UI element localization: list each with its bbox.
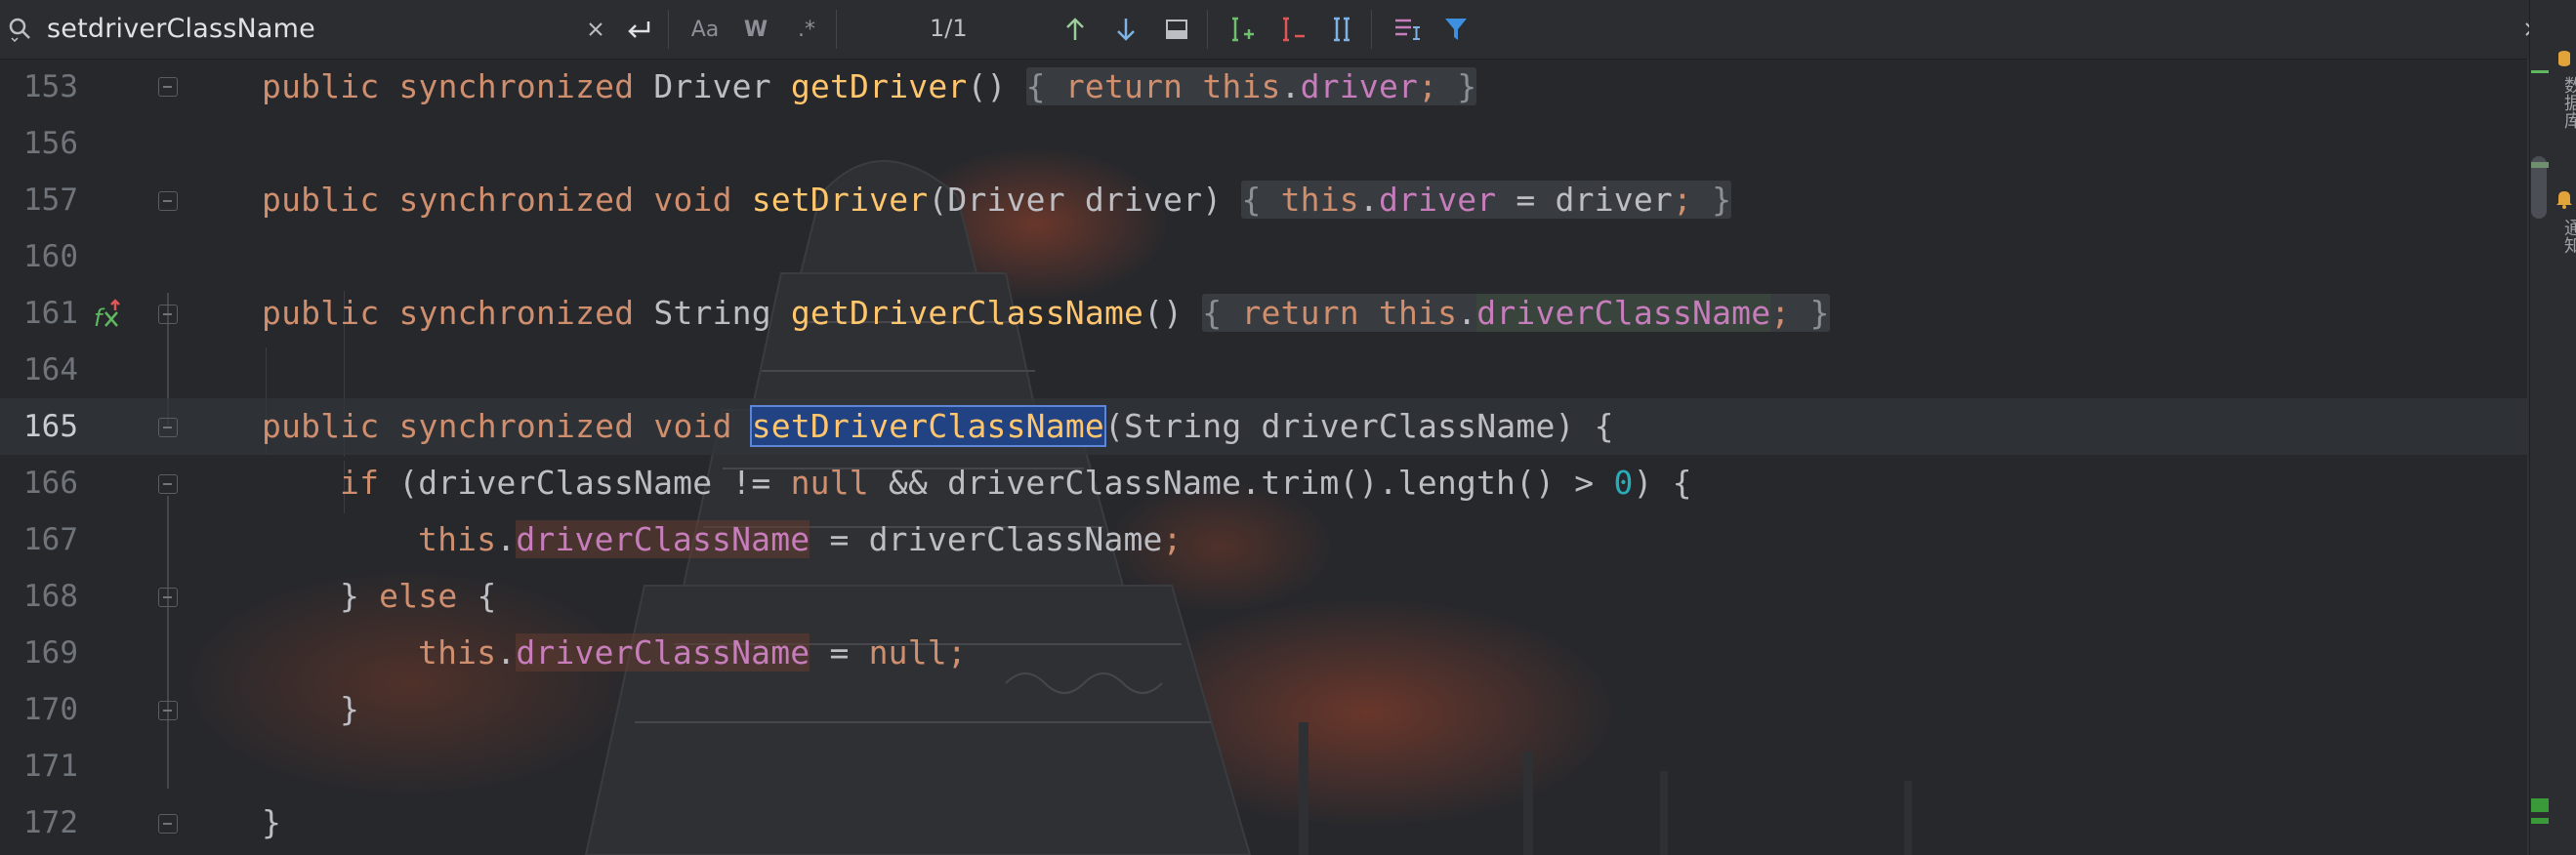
code-line[interactable]: 156 (0, 115, 2529, 172)
fold-toggle-icon[interactable] (158, 191, 178, 211)
line-number[interactable]: 172 (0, 794, 78, 851)
code-line[interactable]: 164 (0, 342, 2529, 398)
code-text: } else { (340, 577, 497, 615)
scrollbar-track[interactable] (2527, 59, 2529, 855)
code-line[interactable]: 168 } else { (0, 568, 2529, 625)
line-number[interactable]: 160 (0, 228, 78, 285)
code-line[interactable]: 171 (0, 738, 2529, 794)
code-text: this.driverClassName = driverClassName; (418, 520, 1183, 558)
scroll-marker-change[interactable] (2531, 818, 2549, 824)
line-number[interactable]: 161 (0, 285, 78, 342)
database-icon[interactable] (2555, 47, 2574, 70)
fold-toggle-icon[interactable] (158, 588, 178, 607)
line-number[interactable]: 156 (0, 115, 78, 172)
next-occurrence-icon[interactable] (1111, 0, 1141, 59)
code-line[interactable]: 153 public synchronized Driver getDriver… (0, 59, 2529, 115)
fold-toggle-icon[interactable] (158, 474, 178, 494)
code-line[interactable]: 170 } (0, 681, 2529, 738)
clear-icon[interactable] (582, 0, 609, 59)
code-line[interactable]: 172 } (0, 794, 2529, 851)
fold-toggle-icon[interactable] (158, 418, 178, 437)
search-match-highlight[interactable]: setDriverClassName (749, 405, 1106, 447)
newline-icon[interactable] (621, 0, 656, 59)
line-number[interactable]: 166 (0, 455, 78, 511)
filter-search-results-icon[interactable] (1391, 0, 1424, 59)
remove-selection-icon[interactable] (1275, 0, 1309, 59)
line-number[interactable]: 153 (0, 59, 78, 115)
code-text: } (340, 690, 360, 728)
prev-occurrence-icon[interactable] (1060, 0, 1090, 59)
code-line[interactable]: 157 public synchronized void setDriver(D… (0, 172, 2529, 228)
line-number[interactable]: 169 (0, 625, 78, 681)
svg-text:f: f (94, 305, 105, 332)
scroll-marker-change[interactable] (2531, 70, 2549, 73)
fold-toggle-icon[interactable] (158, 814, 178, 834)
database-tool-label[interactable]: 数据库 (2558, 76, 2576, 129)
line-number[interactable]: 167 (0, 511, 78, 568)
regex-icon[interactable]: .* (789, 0, 824, 59)
code-line[interactable]: 160 (0, 228, 2529, 285)
add-selection-icon[interactable] (1225, 0, 1258, 59)
fold-toggle-icon[interactable] (158, 305, 178, 324)
scroll-marker-change[interactable] (2531, 798, 2549, 812)
separator (1371, 10, 1372, 49)
line-number[interactable]: 170 (0, 681, 78, 738)
code-editor[interactable]: 153 public synchronized Driver getDriver… (0, 59, 2529, 855)
line-number[interactable]: 171 (0, 738, 78, 794)
match-case-icon[interactable]: Aa (686, 0, 725, 59)
match-count: 1/1 (930, 15, 968, 42)
select-all-icon[interactable] (1326, 0, 1359, 59)
code-text: public synchronized Driver getDriver() {… (262, 67, 1477, 105)
code-line[interactable]: 169 this.driverClassName = null; (0, 625, 2529, 681)
line-number[interactable]: 165 (0, 398, 78, 455)
code-text: if (driverClassName != null && driverCla… (340, 464, 1692, 502)
notifications-tool-label[interactable]: 通知 (2558, 219, 2576, 254)
code-text: public synchronized String getDriverClas… (262, 294, 1830, 332)
line-number[interactable]: 157 (0, 172, 78, 228)
code-line[interactable]: 166 if (driverClassName != null && drive… (0, 455, 2529, 511)
code-text: public synchronized void setDriverClassN… (262, 405, 1614, 447)
line-number[interactable]: 164 (0, 342, 78, 398)
fold-toggle-icon[interactable] (158, 77, 178, 97)
search-icon[interactable] (6, 0, 35, 59)
code-text: } (262, 803, 282, 841)
open-in-window-icon[interactable] (1160, 0, 1193, 59)
notifications-icon[interactable] (2555, 187, 2574, 211)
code-text: this.driverClassName = null; (418, 633, 967, 672)
separator (668, 10, 669, 49)
separator (836, 10, 837, 49)
filter-icon[interactable] (1439, 0, 1473, 59)
fold-toggle-icon[interactable] (158, 701, 178, 720)
line-number[interactable]: 168 (0, 568, 78, 625)
words-icon[interactable]: W (738, 0, 773, 59)
search-input[interactable]: setdriverClassName (47, 14, 315, 44)
separator (1207, 10, 1208, 49)
code-line[interactable]: 167 this.driverClassName = driverClassNa… (0, 511, 2529, 568)
find-bar: setdriverClassName Aa W .* 1/1 (0, 0, 2576, 60)
overriding-method-icon[interactable]: f (92, 299, 127, 341)
code-line-current[interactable]: 165 public synchronized void setDriverCl… (0, 398, 2529, 455)
scroll-marker-search[interactable] (2531, 162, 2549, 168)
code-text: public synchronized void setDriver(Drive… (262, 181, 1732, 219)
code-line[interactable]: 161 public synchronized String getDriver… (0, 285, 2529, 342)
